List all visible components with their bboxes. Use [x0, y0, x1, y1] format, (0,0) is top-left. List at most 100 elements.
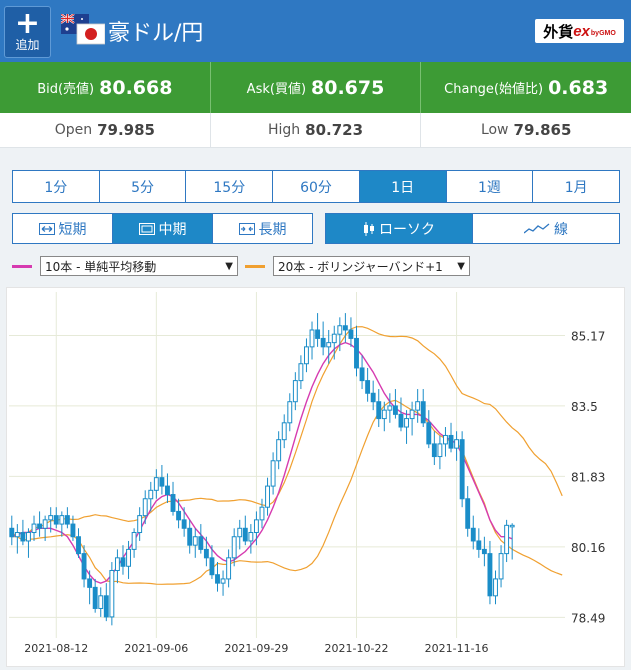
y-tick-label: 80.16	[571, 541, 605, 555]
candle-body	[137, 515, 143, 534]
line-button[interactable]: 線	[473, 214, 619, 243]
candle-body	[48, 515, 54, 521]
ohl-bar: Open 79.985 High 80.723 Low 79.865	[0, 113, 631, 148]
candle-body	[287, 401, 293, 424]
tab-1week[interactable]: 1週	[447, 171, 534, 202]
term-mid-button[interactable]: 中期	[113, 214, 213, 243]
candle-body	[9, 527, 15, 538]
candle-body	[498, 553, 504, 580]
page-title: 豪ドル/円	[108, 21, 204, 46]
candle-body	[342, 325, 348, 331]
bb-swatch	[245, 264, 265, 268]
candle-body	[59, 515, 65, 525]
candle-body	[259, 506, 265, 521]
candle-body	[298, 363, 304, 382]
x-tick-label: 2021-09-06	[124, 642, 188, 655]
candle-body	[209, 557, 215, 576]
price-chart[interactable]: 85.17 83.5 81.83 80.16 78.49 2021-08-12 2021-0…	[6, 287, 625, 667]
low-label: Low	[480, 122, 509, 138]
candle-body	[276, 439, 282, 462]
candle-body	[354, 337, 359, 369]
add-button-label: 追加	[15, 38, 40, 52]
candle-body	[454, 439, 460, 449]
candle-body	[404, 418, 409, 428]
brand-logo: 外貨 ex byGMO	[535, 19, 624, 43]
candle-body	[31, 523, 37, 534]
candle-body	[253, 519, 259, 534]
bid-cell: Bid(売値) 80.668	[0, 62, 211, 113]
tab-60min[interactable]: 60分	[273, 171, 360, 202]
candle-body	[504, 524, 510, 555]
tab-15min[interactable]: 15分	[186, 171, 274, 202]
candle-body	[165, 485, 170, 496]
x-tick-label: 2021-11-16	[425, 642, 489, 655]
chevron-down-icon: ▼	[457, 260, 465, 272]
candle-body	[459, 439, 465, 500]
y-tick-label: 85.17	[571, 329, 605, 343]
bb-indicator: 20本 - ボリンジャーバンド+1 ▼	[245, 256, 470, 276]
candle-body	[170, 494, 176, 512]
candle-body	[192, 536, 198, 546]
candle-body	[14, 532, 20, 538]
high-label: High	[267, 122, 301, 138]
brand-gmo: byGMO	[590, 30, 616, 37]
candle-body	[142, 498, 148, 517]
candle-body	[153, 477, 159, 491]
candle-body	[181, 519, 187, 529]
chart-svg: 85.17 83.5 81.83 80.16 78.49 2021-08-12 2021-0…	[9, 292, 605, 655]
candle-body	[87, 578, 93, 588]
sma-select[interactable]: 10本 - 単純平均移動 ▼	[40, 256, 238, 276]
candle-body	[92, 586, 98, 609]
tab-5min[interactable]: 5分	[100, 171, 187, 202]
brand-ex: ex	[573, 22, 590, 40]
candle-body	[292, 380, 298, 403]
term-long-button[interactable]: 長期	[213, 214, 312, 243]
candle-body	[381, 409, 387, 420]
candle-body	[281, 422, 287, 441]
candle-body	[265, 485, 270, 508]
candle-body	[409, 409, 415, 420]
line-label: 線	[554, 221, 568, 238]
low-cell: Low 79.865	[421, 113, 631, 147]
bb-upper-line	[11, 326, 563, 538]
term-short-button[interactable]: 短期	[13, 214, 113, 243]
candle-body	[120, 557, 126, 567]
candle-body	[370, 392, 376, 403]
candle-body	[98, 595, 104, 609]
candle-body	[237, 527, 243, 538]
candle-body	[103, 595, 109, 618]
candle-button[interactable]: ローソク	[326, 214, 473, 243]
mid-frame-icon	[138, 222, 155, 235]
open-label: Open	[54, 122, 93, 138]
candle-body	[220, 578, 226, 584]
candle-body	[53, 515, 59, 525]
change-label: Change(始値比)	[444, 82, 544, 97]
candle-body	[387, 405, 393, 411]
bb-lower-line	[11, 399, 563, 585]
bb-select-value: 20本 - ボリンジャーバンド+1	[278, 259, 443, 274]
candle-body	[198, 536, 204, 550]
candle-body	[509, 524, 515, 528]
bb-select[interactable]: 20本 - ボリンジャーバンド+1 ▼	[273, 256, 470, 276]
candle-label: ローソク	[379, 221, 435, 238]
candle-body	[159, 477, 165, 487]
candle-body	[326, 342, 332, 348]
candle-body	[398, 413, 404, 428]
candle-body	[76, 536, 81, 555]
candle-body	[376, 401, 382, 420]
sma-swatch	[12, 264, 32, 268]
tab-1min[interactable]: 1分	[13, 171, 100, 202]
tab-1month[interactable]: 1月	[533, 171, 619, 202]
candle-body	[131, 532, 137, 550]
candle-body	[114, 557, 120, 571]
candle-body	[26, 532, 31, 542]
candle-body	[392, 405, 398, 415]
tab-1day[interactable]: 1日	[359, 171, 447, 202]
sma-indicator: 10本 - 単純平均移動 ▼	[12, 256, 238, 276]
candle-body	[493, 578, 498, 597]
candle-body	[81, 553, 87, 580]
plus-icon: +	[14, 6, 41, 41]
add-button[interactable]: + 追加	[4, 6, 51, 58]
candle-body	[420, 401, 426, 424]
quote-bar: Bid(売値) 80.668 Ask(買値) 80.675 Change(始値比…	[0, 62, 631, 113]
